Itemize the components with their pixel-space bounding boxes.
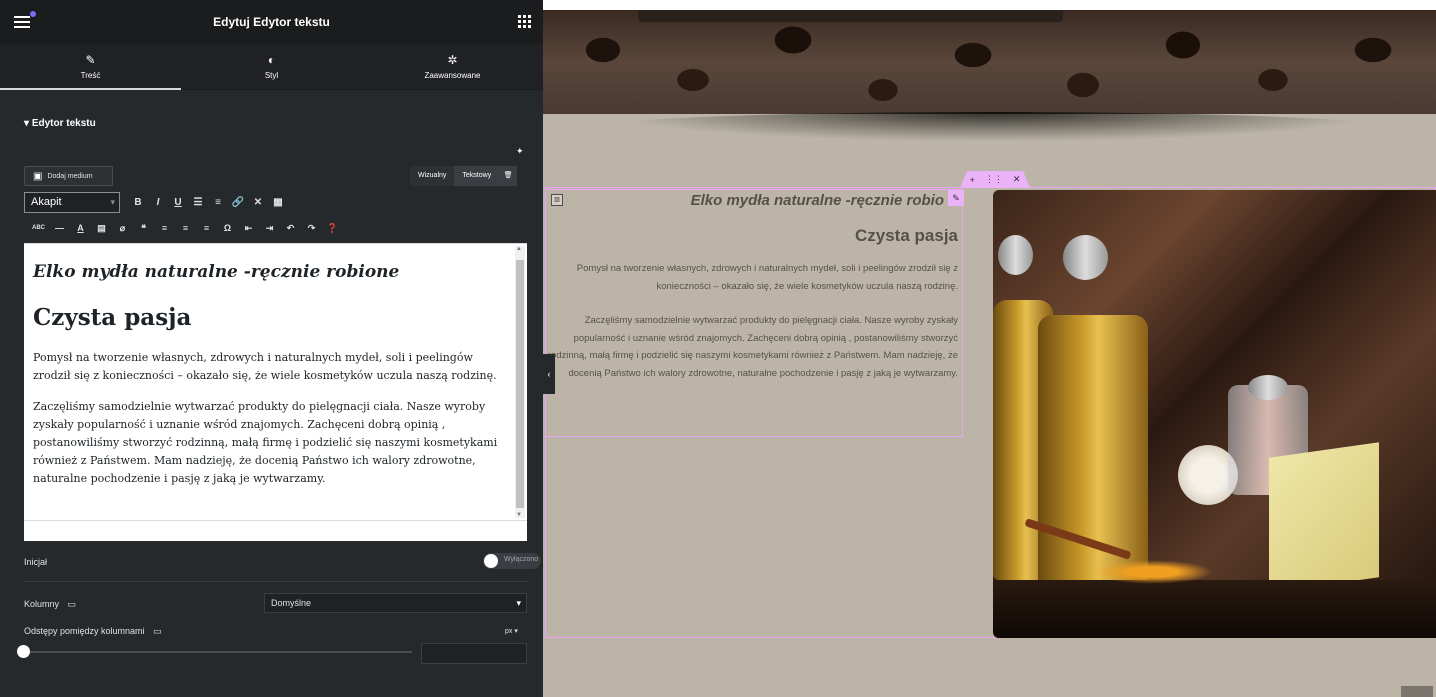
unit-select[interactable]: px ▾: [505, 627, 518, 635]
toolbar-toggle-icon[interactable]: ▦: [268, 197, 288, 208]
tab-content-label: Treść: [80, 71, 101, 80]
editor-scrollbar[interactable]: ▲ ▼: [515, 246, 525, 518]
drag-section-icon[interactable]: ⋮⋮: [985, 174, 1003, 185]
editor-toolbar-row-1: Akapit B I U ☰ ≡ 🔗 ✕ ▦: [24, 191, 527, 213]
editor-paragraph-1: Pomysł na tworzenie własnych, zdrowych i…: [33, 351, 497, 382]
undo-icon[interactable]: ↶: [280, 223, 301, 234]
add-section-icon[interactable]: +: [970, 175, 975, 185]
column-gap-slider[interactable]: [24, 651, 412, 653]
column-gap-input[interactable]: [421, 643, 527, 664]
desktop-icon[interactable]: ▭: [68, 599, 77, 609]
page-preview: + ⋮⋮ ✕ ▥ Elko mydła naturalne -ręcznie r…: [543, 0, 1436, 697]
unit-label: px: [505, 628, 513, 635]
preview-paragraph-1: Pomysł na tworzenie własnych, zdrowych i…: [576, 263, 958, 292]
preview-paragraph-2: Zaczęliśmy samodzielnie wytwarzać produk…: [547, 315, 958, 379]
column-gap-label: Odstępy pomiędzy kolumnami: [24, 626, 145, 636]
editor-paragraph-2: Zaczęliśmy samodzielnie wytwarzać produk…: [33, 400, 498, 485]
blockquote-icon[interactable]: ❝: [133, 223, 154, 234]
scrollbar-thumb[interactable]: [516, 260, 524, 508]
bullet-list-icon[interactable]: ☰: [188, 197, 208, 208]
editor-subtitle: Elko mydła naturalne -ręcznie robione: [33, 262, 400, 282]
pencil-icon: ✎: [85, 53, 96, 67]
paste-text-icon[interactable]: ▤: [91, 223, 112, 234]
clear-format-icon[interactable]: ⌀: [112, 223, 133, 234]
text-widget-preview[interactable]: ▥ Elko mydła naturalne -ręcznie robio Cz…: [545, 189, 964, 437]
preview-subtitle: Elko mydła naturalne -ręcznie robio: [690, 192, 944, 209]
header-coffee-image: [543, 10, 1436, 114]
scroll-up-icon[interactable]: ▲: [516, 246, 522, 252]
drop-cap-toggle[interactable]: Wyłączono: [483, 553, 541, 569]
tab-advanced-label: Zaawansowane: [424, 71, 481, 80]
trash-icon[interactable]: 🗑: [499, 166, 518, 186]
numbered-list-icon[interactable]: ≡: [208, 197, 228, 208]
align-right-icon[interactable]: ≡: [196, 223, 217, 233]
media-icon: ▣: [33, 170, 43, 182]
preview-top-strip: [543, 0, 1436, 10]
underline-icon[interactable]: U: [168, 197, 188, 208]
columns-row: Kolumny ▭: [24, 599, 76, 610]
align-center-icon[interactable]: ≡: [175, 223, 196, 233]
desktop-icon[interactable]: ▭: [153, 626, 162, 636]
section-toggle-text-editor[interactable]: ▾ Edytor tekstu: [24, 118, 96, 129]
toggle-knob: [484, 554, 498, 568]
header-shadow: [603, 112, 1383, 142]
editor-heading: Czysta pasja: [33, 304, 192, 331]
editor-content[interactable]: Elko mydła naturalne -ręcznie robione Cz…: [33, 262, 505, 501]
add-media-label: Dodaj medium: [47, 172, 93, 180]
gear-icon: ✲: [447, 53, 458, 67]
menu-icon[interactable]: [14, 11, 36, 28]
editor-statusbar: [24, 520, 527, 541]
panel-tabs: ✎ Treść ◐ Styl ✲ Zaawansowane: [0, 44, 543, 90]
text-color-icon[interactable]: A: [70, 223, 91, 233]
close-icon[interactable]: ✕: [1013, 174, 1021, 185]
drop-cap-state: Wyłączono: [504, 556, 539, 563]
strikethrough-icon[interactable]: ABC: [28, 225, 49, 231]
redo-icon[interactable]: ↷: [301, 223, 322, 234]
scroll-down-icon[interactable]: ▼: [516, 512, 522, 518]
edit-widget-icon[interactable]: ✎: [948, 190, 964, 206]
slider-handle[interactable]: [17, 645, 30, 658]
editor-panel: Edytuj Edytor tekstu ✎ Treść ◐ Styl ✲ Za…: [0, 0, 543, 697]
horizontal-line-icon[interactable]: —: [49, 223, 70, 233]
special-char-icon[interactable]: Ω: [217, 223, 238, 233]
columns-select[interactable]: Domyślne: [264, 593, 527, 613]
editor-mode-tabs: Wizualny Tekstowy 🗑: [410, 166, 518, 186]
panel-header: Edytuj Edytor tekstu: [0, 0, 543, 44]
indent-icon[interactable]: ⇥: [259, 223, 280, 234]
tab-style-label: Styl: [264, 71, 279, 80]
widget-content: Elko mydła naturalne -ręcznie robio Czys…: [546, 190, 958, 399]
align-left-icon[interactable]: ≡: [154, 223, 175, 233]
add-media-button[interactable]: ▣ Dodaj medium: [24, 166, 113, 186]
wysiwyg-editor[interactable]: Elko mydła naturalne -ręcznie robione Cz…: [24, 243, 527, 541]
help-icon[interactable]: ❓: [322, 223, 343, 234]
spa-products-image: [993, 190, 1436, 638]
widgets-grid-icon[interactable]: [518, 15, 531, 28]
bold-icon[interactable]: B: [128, 197, 148, 208]
drop-cap-label: Inicjał: [24, 557, 48, 567]
mode-visual-tab[interactable]: Wizualny: [410, 166, 455, 186]
divider: [24, 581, 527, 582]
tab-style[interactable]: ◐ Styl: [181, 44, 362, 89]
editor-toolbar-row-2: ABC — A ▤ ⌀ ❝ ≡ ≡ ≡ Ω ⇤ ⇥ ↶ ↷ ❓: [28, 219, 528, 237]
tab-advanced[interactable]: ✲ Zaawansowane: [362, 44, 543, 89]
contrast-icon: ◐: [267, 53, 276, 67]
panel-title: Edytuj Edytor tekstu: [213, 15, 330, 29]
italic-icon[interactable]: I: [148, 197, 168, 208]
format-select[interactable]: Akapit: [24, 191, 120, 213]
scroll-top-button[interactable]: [1401, 686, 1433, 697]
collapse-panel-icon[interactable]: ‹: [543, 354, 555, 394]
column-gap-row: Odstępy pomiędzy kolumnami ▭: [24, 626, 162, 637]
link-icon[interactable]: 🔗: [228, 197, 248, 208]
fullscreen-icon[interactable]: ✕: [248, 197, 268, 208]
ai-sparkle-icon[interactable]: ✦: [516, 146, 524, 157]
section-handle[interactable]: + ⋮⋮ ✕: [960, 171, 1030, 188]
tab-content[interactable]: ✎ Treść: [0, 44, 181, 90]
outdent-icon[interactable]: ⇤: [238, 223, 259, 234]
preview-heading: Czysta pasja: [855, 226, 958, 245]
mode-text-tab[interactable]: Tekstowy: [454, 166, 500, 186]
columns-label: Kolumny: [24, 599, 60, 609]
section-title: Edytor tekstu: [31, 118, 96, 129]
header-bar: [638, 10, 1063, 22]
